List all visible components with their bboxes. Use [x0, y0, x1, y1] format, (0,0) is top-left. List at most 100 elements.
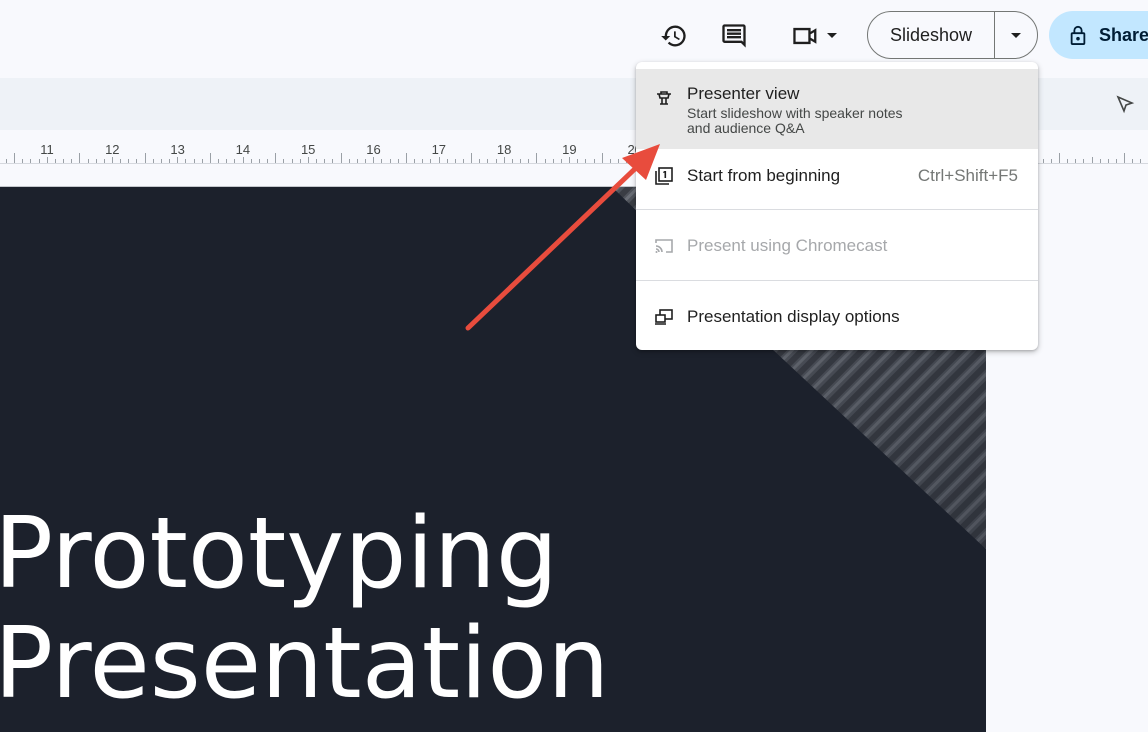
- ruler-tick: [1091, 157, 1093, 163]
- ruler-tick: [552, 159, 554, 163]
- display-options-icon: [654, 307, 674, 332]
- ruler-tick: [136, 159, 138, 163]
- ruler-number: 13: [170, 142, 185, 157]
- ruler-tick: [577, 159, 579, 163]
- ruler-tick: [169, 159, 171, 163]
- caret-down-icon: [1011, 26, 1021, 44]
- menu-item-present-chromecast[interactable]: Present using Chromecast: [636, 220, 1038, 272]
- ruler-tick: [454, 159, 456, 163]
- share-label: Share: [1099, 24, 1148, 45]
- menu-item-display-options[interactable]: Presentation display options: [636, 290, 1038, 344]
- slide-one-icon: [654, 166, 674, 191]
- ruler-tick: [511, 159, 513, 163]
- ruler-tick: [71, 159, 73, 163]
- ruler-tick: [54, 159, 56, 163]
- ruler-tick: [46, 157, 48, 163]
- ruler-tick: [324, 159, 326, 163]
- ruler-tick: [373, 157, 375, 163]
- ruler-tick: [528, 159, 530, 163]
- ruler-tick: [209, 153, 211, 163]
- ruler-tick: [495, 159, 497, 163]
- ruler-tick: [193, 159, 195, 163]
- ruler-tick: [14, 153, 15, 163]
- ruler-tick: [79, 153, 81, 163]
- ruler-tick: [1115, 159, 1117, 163]
- menu-item-description-line-2: and audience Q&A: [687, 120, 805, 136]
- ruler-tick: [422, 159, 424, 163]
- slideshow-button[interactable]: Slideshow: [868, 12, 995, 58]
- ruler-tick: [63, 159, 64, 163]
- ruler-tick: [365, 159, 366, 163]
- ruler-tick: [1050, 159, 1052, 163]
- ruler-tick: [381, 159, 383, 163]
- ruler-tick: [479, 159, 481, 163]
- comments-button[interactable]: [716, 18, 752, 54]
- menu-divider: [636, 209, 1038, 210]
- menu-item-start-from-beginning[interactable]: Start from beginning Ctrl+Shift+F5: [636, 149, 1038, 207]
- menu-divider: [636, 280, 1038, 281]
- version-history-button[interactable]: [656, 18, 692, 54]
- ruler-tick: [177, 157, 179, 163]
- ruler-tick: [609, 159, 611, 163]
- ruler-number: 14: [235, 142, 251, 157]
- ruler-tick: [226, 159, 228, 163]
- ruler-tick: [414, 159, 415, 163]
- ruler-tick: [585, 159, 587, 163]
- ruler-tick: [299, 159, 301, 163]
- cast-icon: [654, 236, 674, 261]
- ruler-tick: [291, 159, 293, 163]
- ruler-tick: [1099, 159, 1101, 163]
- ruler-tick: [5, 159, 7, 163]
- ruler-tick: [356, 159, 358, 163]
- ruler-number: 12: [105, 142, 120, 157]
- ruler-tick: [618, 159, 619, 163]
- menu-item-label: Presenter view: [687, 84, 800, 103]
- ruler-tick: [267, 159, 268, 163]
- ruler-number: 16: [366, 142, 381, 157]
- ruler-tick: [626, 159, 628, 163]
- menu-item-label: Start from beginning: [687, 166, 841, 185]
- lock-icon: [1069, 25, 1087, 45]
- ruler-tick: [405, 153, 407, 163]
- ruler-tick: [38, 159, 40, 163]
- meet-button[interactable]: [786, 18, 842, 54]
- ruler-tick: [242, 157, 244, 163]
- ruler-tick: [1067, 159, 1068, 163]
- select-cursor-icon[interactable]: [1114, 94, 1136, 121]
- ruler-tick: [340, 153, 342, 163]
- slideshow-options-button[interactable]: [995, 12, 1037, 58]
- ruler-tick: [95, 159, 97, 163]
- ruler-tick: [471, 153, 473, 163]
- ruler-tick: [103, 159, 105, 163]
- ruler-tick: [1132, 159, 1134, 163]
- ruler-tick: [1042, 159, 1044, 163]
- share-button[interactable]: Share: [1049, 11, 1148, 59]
- history-icon: [660, 22, 688, 50]
- ruler-tick: [1140, 159, 1142, 163]
- ruler-number: 15: [300, 142, 316, 157]
- chevron-down-icon: [827, 33, 837, 39]
- slideshow-options-menu: Presenter view Start slideshow with spea…: [636, 62, 1038, 350]
- ruler-tick: [218, 159, 220, 163]
- menu-item-presenter-view[interactable]: Presenter view Start slideshow with spea…: [636, 69, 1038, 149]
- ruler-tick: [250, 159, 252, 163]
- ruler-tick: [536, 153, 538, 163]
- presenter-view-icon: [654, 88, 674, 113]
- ruler-tick: [430, 159, 432, 163]
- ruler-tick: [487, 159, 489, 163]
- ruler-tick: [1107, 159, 1109, 163]
- ruler-tick: [601, 153, 603, 163]
- ruler-tick: [462, 159, 464, 163]
- ruler-tick: [22, 159, 24, 163]
- ruler-tick: [520, 159, 522, 163]
- ruler-tick: [111, 157, 113, 163]
- menu-item-shortcut: Ctrl+Shift+F5: [917, 166, 1018, 185]
- ruler-tick: [258, 159, 260, 163]
- ruler-tick: [275, 153, 277, 163]
- ruler-tick: [316, 159, 317, 163]
- ruler-tick: [128, 159, 130, 163]
- slide-title-line-1: Prototyping: [0, 497, 559, 611]
- ruler-tick: [87, 159, 89, 163]
- ruler-tick: [348, 159, 350, 163]
- slide-title[interactable]: Prototyping Presentation: [0, 499, 609, 719]
